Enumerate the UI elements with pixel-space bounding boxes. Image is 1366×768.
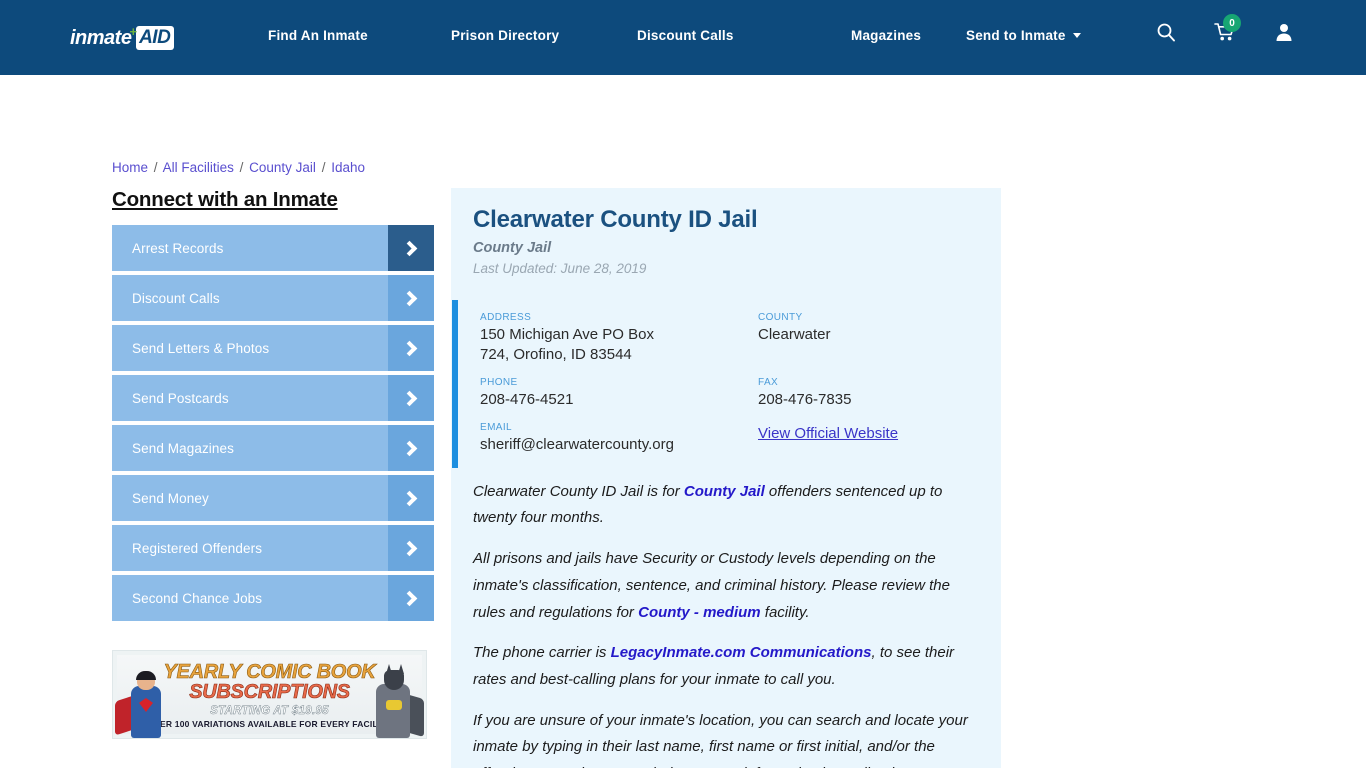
- logo-plus-icon: +: [129, 23, 138, 39]
- p1-link-county-jail[interactable]: County Jail: [684, 483, 765, 500]
- chevron-right-icon: [388, 525, 434, 571]
- main-navigation: Find An Inmate Prison Directory Discount…: [268, 28, 1081, 43]
- chevron-right-icon: [388, 225, 434, 271]
- p2-text-c: facility.: [760, 603, 810, 621]
- ad-line-1: YEARLY COMIC BOOK: [163, 661, 376, 683]
- breadcrumb-item-home[interactable]: Home: [112, 160, 148, 175]
- cart-count-badge: 0: [1223, 14, 1241, 32]
- logo-text-aid: AID: [136, 26, 175, 50]
- ad-line-2: SUBSCRIPTIONS: [189, 681, 350, 703]
- chevron-right-icon: [388, 325, 434, 371]
- facility-header: Clearwater County ID Jail County Jail La…: [451, 188, 1001, 280]
- sidebar-item-label: Send Letters & Photos: [132, 340, 270, 356]
- page-title: Clearwater County ID Jail: [473, 206, 758, 233]
- user-icon[interactable]: [1274, 22, 1294, 47]
- sidebar-item-label: Discount Calls: [132, 290, 220, 306]
- search-icon[interactable]: [1156, 22, 1176, 47]
- sidebar-item-label: Send Magazines: [132, 440, 234, 456]
- website-field: View Official Website: [758, 422, 979, 455]
- p2-link-county-medium[interactable]: County - medium: [638, 604, 761, 621]
- sidebar-item-label: Send Postcards: [132, 390, 229, 406]
- sidebar-item-discount-calls[interactable]: Discount Calls: [112, 275, 434, 321]
- last-updated: Last Updated: June 28, 2019: [473, 261, 647, 276]
- ad-line-3: STARTING AT $19.95: [210, 705, 329, 718]
- fax-label: FAX: [758, 376, 779, 388]
- nav-discount-calls[interactable]: Discount Calls: [637, 28, 851, 43]
- breadcrumb-separator: /: [321, 160, 326, 175]
- p3-text-a: The phone carrier is: [473, 644, 611, 662]
- sidebar-item-send-postcards[interactable]: Send Postcards: [112, 375, 434, 421]
- fax-field: FAX 208-476-7835: [758, 377, 979, 410]
- breadcrumb: Home / All Facilities / County Jail / Id…: [112, 160, 365, 175]
- breadcrumb-item-idaho[interactable]: Idaho: [331, 160, 365, 175]
- chevron-down-icon: [1072, 33, 1081, 38]
- chevron-right-icon: [388, 575, 434, 621]
- email-label: EMAIL: [480, 421, 513, 433]
- sidebar-item-arrest-records[interactable]: Arrest Records: [112, 225, 434, 271]
- p4-text-a: If you are unsure of your inmate's locat…: [473, 711, 968, 768]
- breadcrumb-separator: /: [239, 160, 244, 175]
- chevron-right-icon: [388, 475, 434, 521]
- superman-illustration: [115, 666, 177, 738]
- breadcrumb-separator: /: [153, 160, 158, 175]
- facility-info-grid: ADDRESS 150 Michigan Ave PO Box 724, Oro…: [480, 312, 979, 455]
- sidebar-title: Connect with an Inmate: [112, 188, 338, 211]
- sidebar-item-label: Arrest Records: [132, 240, 224, 256]
- paragraph-1: Clearwater County ID Jail is for County …: [473, 479, 977, 532]
- site-logo[interactable]: inmate + AID: [70, 23, 175, 52]
- nav-magazines[interactable]: Magazines: [851, 28, 966, 43]
- address-field: ADDRESS 150 Michigan Ave PO Box 724, Oro…: [480, 312, 758, 365]
- p1-text-a: Clearwater County ID Jail is for: [473, 482, 684, 500]
- address-value: 150 Michigan Ave PO Box 724, Orofino, ID…: [480, 326, 654, 363]
- phone-value: 208-476-4521: [480, 390, 574, 408]
- batman-illustration: [362, 664, 424, 738]
- phone-field: PHONE 208-476-4521: [480, 377, 758, 410]
- paragraph-3: The phone carrier is LegacyInmate.com Co…: [473, 640, 977, 693]
- nav-send-to-inmate-label: Send to Inmate: [966, 28, 1066, 43]
- nav-find-an-inmate[interactable]: Find An Inmate: [268, 28, 451, 43]
- sidebar-item-label: Registered Offenders: [132, 540, 263, 556]
- county-label: COUNTY: [758, 312, 803, 323]
- page-body: Home / All Facilities / County Jail / Id…: [0, 75, 1366, 768]
- view-official-website-link[interactable]: View Official Website: [758, 425, 898, 442]
- email-value: sheriff@clearwatercounty.org: [480, 435, 674, 453]
- sidebar-item-second-chance-jobs[interactable]: Second Chance Jobs: [112, 575, 434, 621]
- sidebar-item-label: Send Money: [132, 490, 209, 506]
- chevron-right-icon: [388, 275, 434, 321]
- facility-description: Clearwater County ID Jail is for County …: [451, 473, 1001, 768]
- ad-line-4: OVER 100 VARIATIONS AVAILABLE FOR EVERY …: [147, 719, 392, 729]
- facility-card: Clearwater County ID Jail County Jail La…: [451, 188, 1001, 768]
- sidebar-item-send-money[interactable]: Send Money: [112, 475, 434, 521]
- site-header: inmate + AID Find An Inmate Prison Direc…: [0, 0, 1366, 75]
- header-icon-group: 0: [1156, 14, 1294, 47]
- nav-send-to-inmate[interactable]: Send to Inmate: [966, 28, 1081, 43]
- chevron-right-icon: [388, 375, 434, 421]
- comic-book-subscription-ad[interactable]: YEARLY COMIC BOOK SUBSCRIPTIONS STARTING…: [112, 650, 427, 739]
- paragraph-4: If you are unsure of your inmate's locat…: [473, 708, 977, 768]
- county-field: COUNTY Clearwater: [758, 312, 979, 365]
- facility-info-block: ADDRESS 150 Michigan Ave PO Box 724, Oro…: [451, 300, 1001, 473]
- accent-bar: [452, 300, 458, 468]
- phone-label: PHONE: [480, 376, 518, 388]
- sidebar-item-send-letters-photos[interactable]: Send Letters & Photos: [112, 325, 434, 371]
- nav-prison-directory[interactable]: Prison Directory: [451, 28, 637, 43]
- county-value: Clearwater: [758, 326, 831, 343]
- breadcrumb-item-county-jail[interactable]: County Jail: [249, 160, 316, 175]
- paragraph-2: All prisons and jails have Security or C…: [473, 546, 977, 626]
- sidebar-item-label: Second Chance Jobs: [132, 590, 263, 606]
- sidebar: Connect with an Inmate Arrest Records Di…: [112, 188, 434, 625]
- email-field: EMAIL sheriff@clearwatercounty.org: [480, 422, 758, 455]
- address-label: ADDRESS: [480, 312, 532, 323]
- p3-link-phone-carrier[interactable]: LegacyInmate.com Communications: [611, 644, 872, 661]
- fax-value: 208-476-7835: [758, 390, 852, 408]
- chevron-right-icon: [388, 425, 434, 471]
- cart-icon[interactable]: 0: [1214, 14, 1241, 47]
- logo-text-inmate: inmate: [70, 26, 132, 49]
- sidebar-item-registered-offenders[interactable]: Registered Offenders: [112, 525, 434, 571]
- sidebar-item-send-magazines[interactable]: Send Magazines: [112, 425, 434, 471]
- breadcrumb-item-all-facilities[interactable]: All Facilities: [163, 160, 234, 175]
- facility-type: County Jail: [473, 240, 552, 256]
